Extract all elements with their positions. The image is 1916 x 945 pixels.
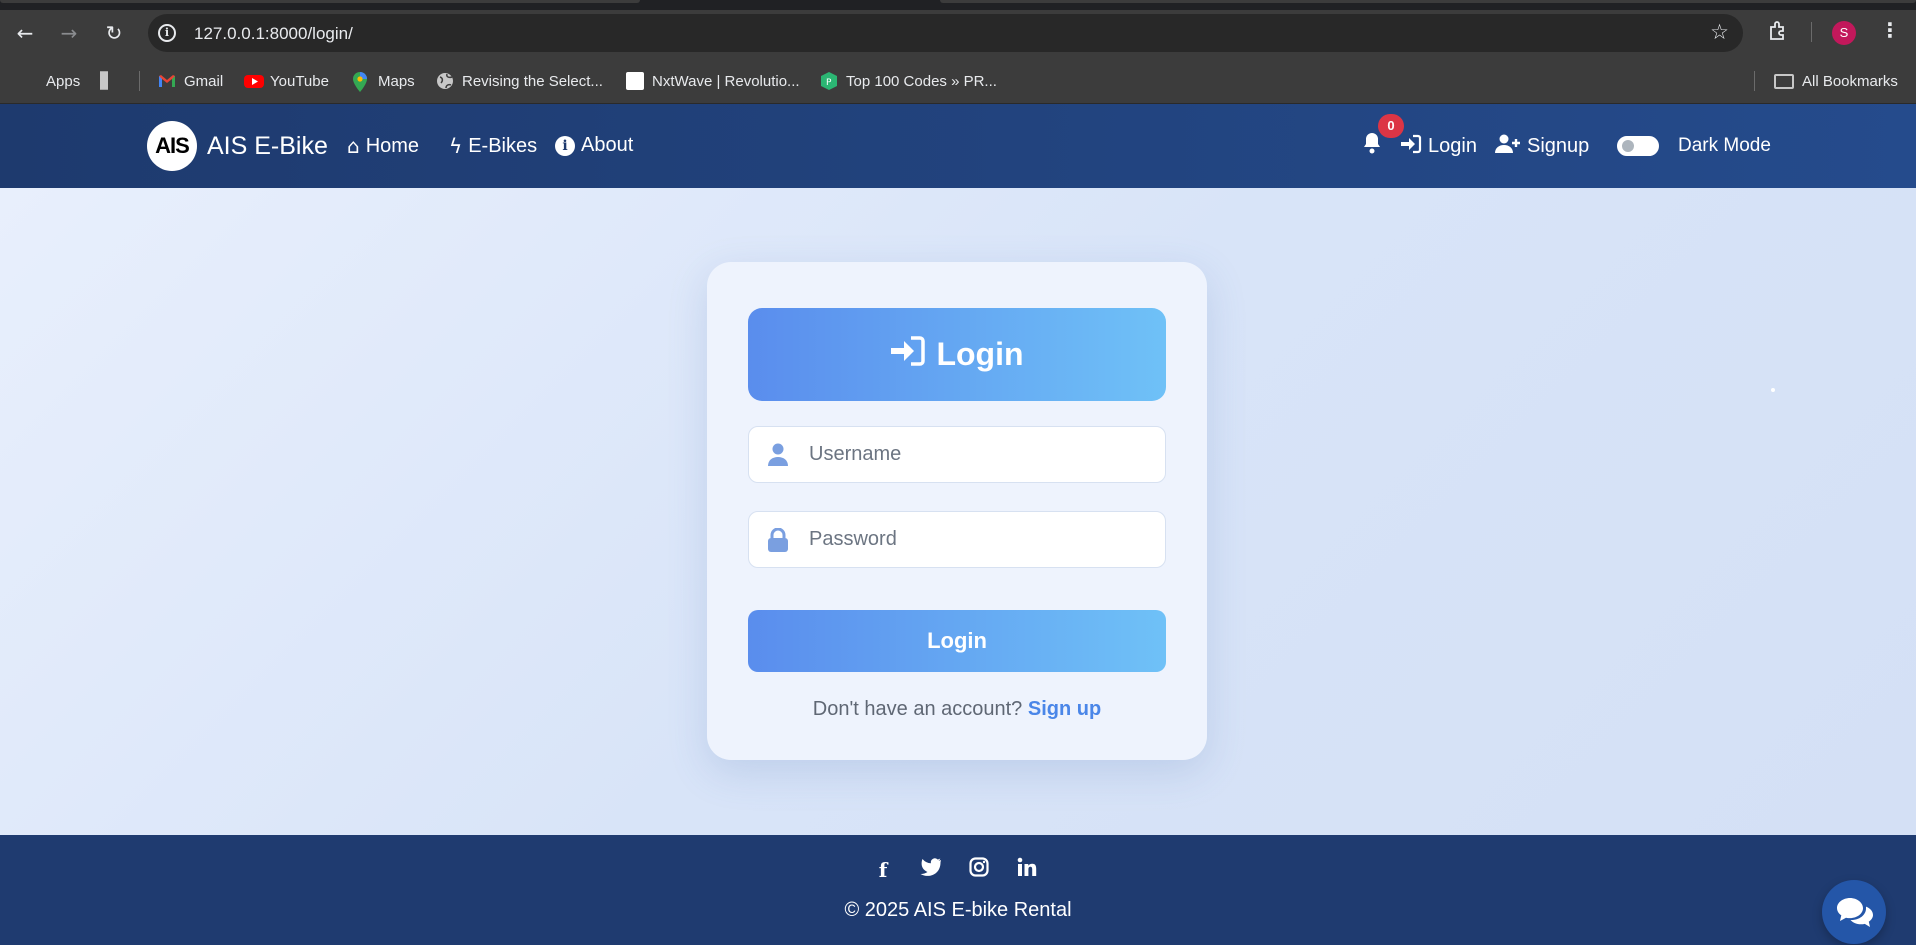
user-plus-icon [1495,134,1521,159]
bookmark-label: NxtWave | Revolutio... [652,72,800,90]
nav-about[interactable]: i About [555,134,633,157]
brand-logo[interactable]: AIS [147,121,197,171]
site-info-icon[interactable]: i [158,24,176,42]
bookmark-label: Maps [378,72,415,90]
back-icon[interactable]: ← [12,20,38,46]
linkedin-icon[interactable] [1014,857,1040,883]
bookmark-youtube[interactable]: YouTube [244,68,329,94]
login-card-header: Login [748,308,1166,401]
browser-menu-icon[interactable]: ⋮ [1880,18,1900,42]
bookmark-divider [1754,71,1755,91]
facebook-icon[interactable]: f [870,857,896,883]
bookmark-label: YouTube [270,72,329,90]
nav-about-label: About [581,134,634,156]
bookmark-nxtwave[interactable]: NxtWave | Revolutio... [626,68,800,94]
nav-login[interactable]: Login [1400,134,1477,159]
profile-avatar[interactable]: S [1832,21,1856,45]
sign-in-icon [1400,134,1422,159]
nav-home[interactable]: ⌂ Home [347,134,419,158]
login-card-title: Login [936,336,1024,372]
info-circle-icon: i [555,135,575,156]
bookmark-label: Revising the Select... [462,72,603,90]
apps-icon [20,72,38,90]
bolt-icon: ϟ [449,134,463,158]
signup-prompt: Don't have an account? [812,698,1023,720]
forward-icon[interactable]: → [56,20,82,46]
bookmark-grid[interactable] [100,68,126,94]
grid-icon [100,71,118,90]
dark-mode-toggle[interactable] [1617,136,1659,156]
bookmark-gmail[interactable]: Gmail [158,68,223,94]
signup-link[interactable]: Sign up [1028,698,1101,720]
login-card: Login Login Don't have an account? Sign … [707,262,1207,760]
password-field[interactable] [748,511,1166,568]
tab-edge [940,0,1916,3]
bookmark-divider [139,71,140,91]
bookmark-star-icon[interactable]: ☆ [1710,20,1729,44]
extensions-icon[interactable] [1766,20,1790,44]
browser-toolbar: ← → ↻ i 127.0.0.1:8000/login/ ☆ S ⋮ [0,0,1916,58]
twitter-icon[interactable] [918,857,944,883]
sign-in-icon [890,335,926,375]
toolbar-divider [1811,22,1812,42]
youtube-icon [244,72,264,90]
codes-icon: P [820,72,838,90]
nxtwave-icon [626,72,644,90]
user-icon [767,443,789,467]
comments-icon [1836,896,1874,933]
reload-icon[interactable]: ↻ [101,20,127,46]
tab-edge [0,0,640,3]
main-content: Login Login Don't have an account? Sign … [0,188,1916,835]
bookmark-label: Top 100 Codes » PR... [846,72,997,90]
nav-signup[interactable]: Signup [1495,134,1589,159]
bookmark-revising[interactable]: Revising the Select... [436,68,603,94]
bookmark-maps[interactable]: Maps [352,68,415,94]
site-navbar: AIS AIS E-Bike ⌂ Home ϟ E-Bikes i About … [0,104,1916,188]
brand-name[interactable]: AIS E-Bike [207,132,328,161]
maps-icon [352,72,370,92]
folder-icon [1774,73,1794,89]
instagram-icon[interactable] [966,857,992,883]
bell-icon[interactable] [1362,132,1382,159]
gmail-icon [158,72,176,90]
bookmark-top100[interactable]: P Top 100 Codes » PR... [820,68,997,94]
dark-mode-label: Dark Mode [1678,135,1771,156]
nav-ebikes-label: E-Bikes [468,134,538,157]
nav-login-label: Login [1428,135,1477,157]
all-bookmarks[interactable]: All Bookmarks [1774,68,1898,94]
address-bar[interactable]: i 127.0.0.1:8000/login/ ☆ [148,14,1743,52]
svg-text:P: P [826,78,832,88]
nav-home-label: Home [365,134,420,157]
url-text[interactable]: 127.0.0.1:8000/login/ [194,24,353,44]
toggle-knob [1622,140,1634,152]
username-input[interactable] [809,427,1149,482]
chat-button[interactable] [1822,880,1886,944]
sparkle-dot [1771,388,1775,392]
lock-icon [767,527,789,552]
bookmark-apps[interactable]: Apps [20,68,80,94]
all-bookmarks-label: All Bookmarks [1802,72,1898,90]
home-icon: ⌂ [347,134,360,158]
nav-ebikes[interactable]: ϟ E-Bikes [449,134,537,158]
nav-signup-label: Signup [1527,135,1590,157]
signup-prompt-row: Don't have an account? Sign up [707,698,1207,721]
bookmark-label: Apps [46,72,81,90]
bookmark-label: Gmail [184,72,224,90]
tab-strip [0,0,1916,10]
password-input[interactable] [809,512,1149,567]
globe-icon [436,72,454,90]
bookmarks-bar: Apps Gmail YouTube Maps Revising the Sel… [0,58,1916,104]
copyright-text: © 2025 AIS E-bike Rental [844,899,1072,921]
username-field[interactable] [748,426,1166,483]
login-submit-button[interactable]: Login [748,610,1166,672]
site-footer: f © 2025 AIS E-bike Rental [0,835,1916,945]
